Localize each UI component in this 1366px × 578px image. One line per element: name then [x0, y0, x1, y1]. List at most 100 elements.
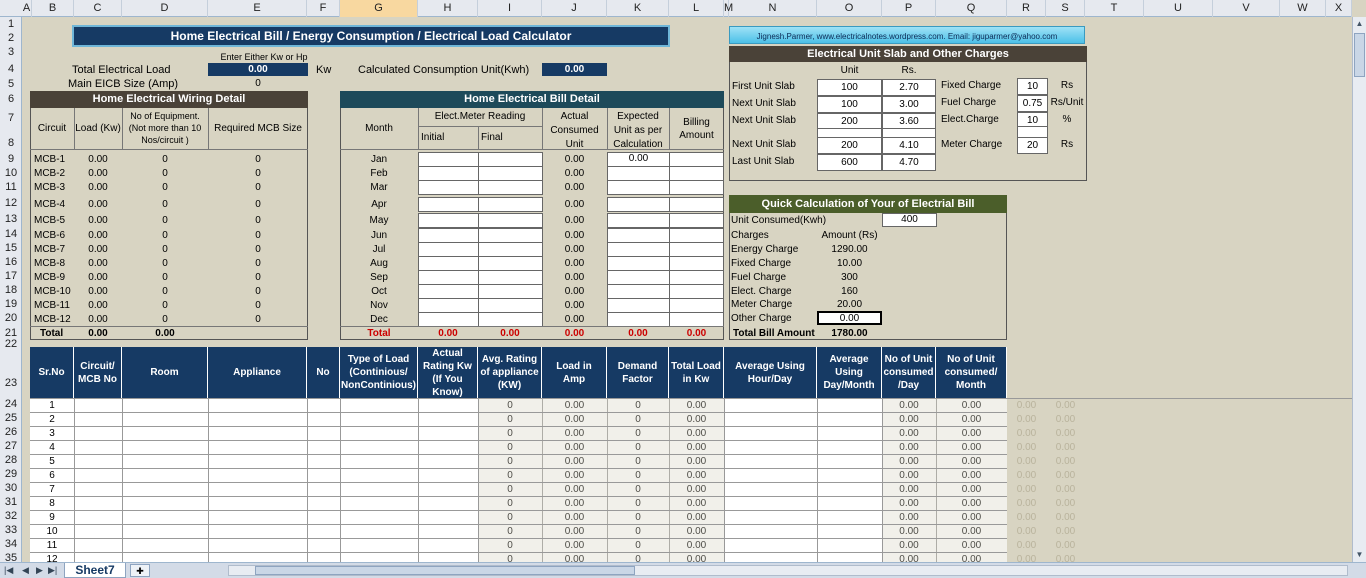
- row-header-24[interactable]: 24: [0, 398, 22, 410]
- column-header-S[interactable]: S: [1046, 0, 1085, 17]
- column-header-G[interactable]: G: [340, 0, 418, 17]
- bill-amount-input[interactable]: [669, 242, 724, 257]
- column-header-V[interactable]: V: [1213, 0, 1280, 17]
- row-header-3[interactable]: 3: [0, 46, 22, 58]
- prev-sheet-icon[interactable]: ◀: [22, 565, 29, 576]
- row-header-5[interactable]: 5: [0, 78, 22, 90]
- bill-final-input[interactable]: [478, 152, 543, 167]
- bill-final-input[interactable]: [478, 228, 543, 243]
- bill-final-input[interactable]: [478, 180, 543, 195]
- last-sheet-icon[interactable]: ▶|: [48, 565, 57, 576]
- column-header-I[interactable]: I: [478, 0, 542, 17]
- bill-amount-input[interactable]: [669, 270, 724, 285]
- bill-final-input[interactable]: [478, 284, 543, 299]
- column-header-Q[interactable]: Q: [936, 0, 1007, 17]
- slab-unit-blank[interactable]: [817, 128, 882, 138]
- bill-amount-input[interactable]: [669, 197, 724, 212]
- row-header-30[interactable]: 30: [0, 482, 22, 494]
- row-header-10[interactable]: 10: [0, 167, 22, 179]
- slab-rate-input[interactable]: 4.70: [882, 154, 936, 171]
- bill-initial-input[interactable]: [418, 213, 479, 228]
- row-header-1[interactable]: 1: [0, 18, 22, 30]
- column-header-K[interactable]: K: [607, 0, 669, 17]
- row-header-28[interactable]: 28: [0, 454, 22, 466]
- bill-initial-input[interactable]: [418, 180, 479, 195]
- column-header-B[interactable]: B: [32, 0, 74, 17]
- bill-amount-input[interactable]: [669, 312, 724, 327]
- row-header-4[interactable]: 4: [0, 63, 22, 75]
- hscroll-thumb[interactable]: [255, 566, 635, 575]
- slab-rate-blank[interactable]: [882, 128, 936, 138]
- bill-expected-input[interactable]: [607, 284, 670, 299]
- bill-initial-input[interactable]: [418, 166, 479, 181]
- bill-expected-input[interactable]: [607, 256, 670, 271]
- horizontal-scrollbar[interactable]: [228, 565, 1348, 576]
- bill-amount-input[interactable]: [669, 298, 724, 313]
- row-header-11[interactable]: 11: [0, 181, 22, 193]
- slab-unit-input[interactable]: 200: [817, 137, 882, 154]
- bill-expected-input[interactable]: [607, 197, 670, 212]
- row-header-27[interactable]: 27: [0, 440, 22, 452]
- row-header-12[interactable]: 12: [0, 197, 22, 209]
- bill-initial-input[interactable]: [418, 197, 479, 212]
- bill-expected-input[interactable]: [607, 270, 670, 285]
- bill-amount-input[interactable]: [669, 256, 724, 271]
- slab-rate-input[interactable]: 2.70: [882, 79, 936, 96]
- scroll-thumb[interactable]: [1354, 33, 1365, 77]
- bill-final-input[interactable]: [478, 166, 543, 181]
- row-header-17[interactable]: 17: [0, 270, 22, 282]
- bill-expected-input[interactable]: [607, 242, 670, 257]
- bill-final-input[interactable]: [478, 213, 543, 228]
- bill-initial-input[interactable]: [418, 152, 479, 167]
- first-sheet-icon[interactable]: |◀: [4, 565, 13, 576]
- row-header-26[interactable]: 26: [0, 426, 22, 438]
- row-header-9[interactable]: 9: [0, 153, 22, 165]
- next-sheet-icon[interactable]: ▶: [36, 565, 43, 576]
- column-header-H[interactable]: H: [418, 0, 478, 17]
- row-header-14[interactable]: 14: [0, 228, 22, 240]
- row-header-23[interactable]: 23: [0, 377, 22, 389]
- row-header-29[interactable]: 29: [0, 468, 22, 480]
- row-header-18[interactable]: 18: [0, 284, 22, 296]
- bill-initial-input[interactable]: [418, 298, 479, 313]
- column-header-A[interactable]: A: [22, 0, 32, 17]
- bill-amount-input[interactable]: [669, 166, 724, 181]
- column-header-O[interactable]: O: [817, 0, 882, 17]
- bill-initial-input[interactable]: [418, 228, 479, 243]
- row-header-34[interactable]: 34: [0, 538, 22, 550]
- row-header-8[interactable]: 8: [0, 137, 22, 149]
- bill-expected-input[interactable]: [607, 298, 670, 313]
- bill-amount-input[interactable]: [669, 180, 724, 195]
- row-header-15[interactable]: 15: [0, 242, 22, 254]
- row-header-31[interactable]: 31: [0, 496, 22, 508]
- insert-sheet-icon[interactable]: ✚: [130, 564, 150, 577]
- column-header-J[interactable]: J: [542, 0, 607, 17]
- bill-expected-input[interactable]: [607, 228, 670, 243]
- charge-input[interactable]: 0.75: [1017, 95, 1048, 112]
- bill-amount-input[interactable]: [669, 284, 724, 299]
- slab-unit-input[interactable]: 100: [817, 96, 882, 113]
- scroll-up-icon[interactable]: ▲: [1354, 18, 1365, 30]
- row-header-16[interactable]: 16: [0, 256, 22, 268]
- bill-expected-input[interactable]: [607, 213, 670, 228]
- slab-rate-input[interactable]: 4.10: [882, 137, 936, 154]
- column-header-X[interactable]: X: [1326, 0, 1352, 17]
- row-header-25[interactable]: 25: [0, 412, 22, 424]
- bill-expected-input[interactable]: [607, 180, 670, 195]
- column-header-W[interactable]: W: [1280, 0, 1326, 17]
- bill-final-input[interactable]: [478, 270, 543, 285]
- column-header-L[interactable]: L: [669, 0, 724, 17]
- column-header-C[interactable]: C: [74, 0, 122, 17]
- consumption-field[interactable]: 0.00: [542, 63, 607, 76]
- row-header-33[interactable]: 33: [0, 524, 22, 536]
- bill-initial-input[interactable]: [418, 270, 479, 285]
- bill-amount-input[interactable]: [669, 213, 724, 228]
- bill-expected-input[interactable]: [607, 312, 670, 327]
- row-header-6[interactable]: 6: [0, 93, 22, 105]
- column-header-R[interactable]: R: [1007, 0, 1046, 17]
- row-header-20[interactable]: 20: [0, 312, 22, 324]
- row-header-2[interactable]: 2: [0, 32, 22, 44]
- column-header-F[interactable]: F: [307, 0, 340, 17]
- unit-consumed-input[interactable]: 400: [882, 213, 937, 227]
- bill-initial-input[interactable]: [418, 284, 479, 299]
